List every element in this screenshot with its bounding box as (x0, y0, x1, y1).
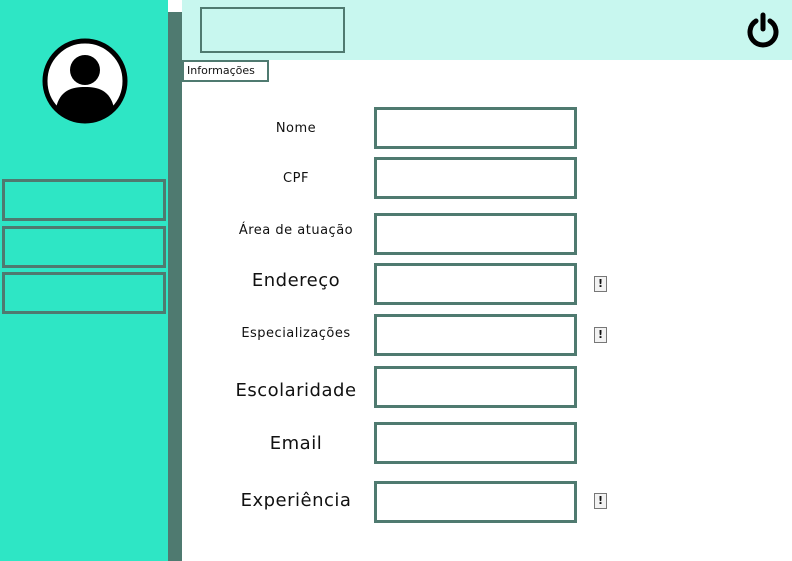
label-experiencia: Experiência (240, 490, 352, 511)
label-email: Email (269, 433, 323, 454)
experiencia-alert-button[interactable]: ! (594, 493, 607, 509)
header-title-box[interactable] (200, 7, 345, 53)
user-avatar-icon[interactable] (42, 38, 128, 124)
power-icon[interactable] (746, 12, 780, 48)
label-escolaridade: Escolaridade (235, 380, 357, 401)
endereco-alert-button[interactable]: ! (594, 276, 607, 292)
sidebar-menu-button-2[interactable] (2, 226, 166, 268)
label-area-atuacao: Área de atuação (238, 223, 354, 238)
label-endereco: Endereço (251, 270, 341, 291)
email-input[interactable] (374, 422, 577, 464)
label-especializacoes: Especializações (241, 326, 351, 341)
especializacoes-input[interactable] (374, 314, 577, 356)
label-nome: Nome (275, 121, 317, 136)
sidebar-edge (168, 12, 182, 561)
label-cpf: CPF (283, 171, 309, 186)
sidebar-menu-button-3[interactable] (2, 272, 166, 314)
area-atuacao-input[interactable] (374, 213, 577, 255)
escolaridade-input[interactable] (374, 366, 577, 408)
especializacoes-alert-button[interactable]: ! (594, 327, 607, 343)
nome-input[interactable] (374, 107, 577, 149)
sidebar-menu-button-1[interactable] (2, 179, 166, 221)
experiencia-input[interactable] (374, 481, 577, 523)
tab-informacoes[interactable]: Informações (182, 60, 269, 82)
cpf-input[interactable] (374, 157, 577, 199)
endereco-input[interactable] (374, 263, 577, 305)
